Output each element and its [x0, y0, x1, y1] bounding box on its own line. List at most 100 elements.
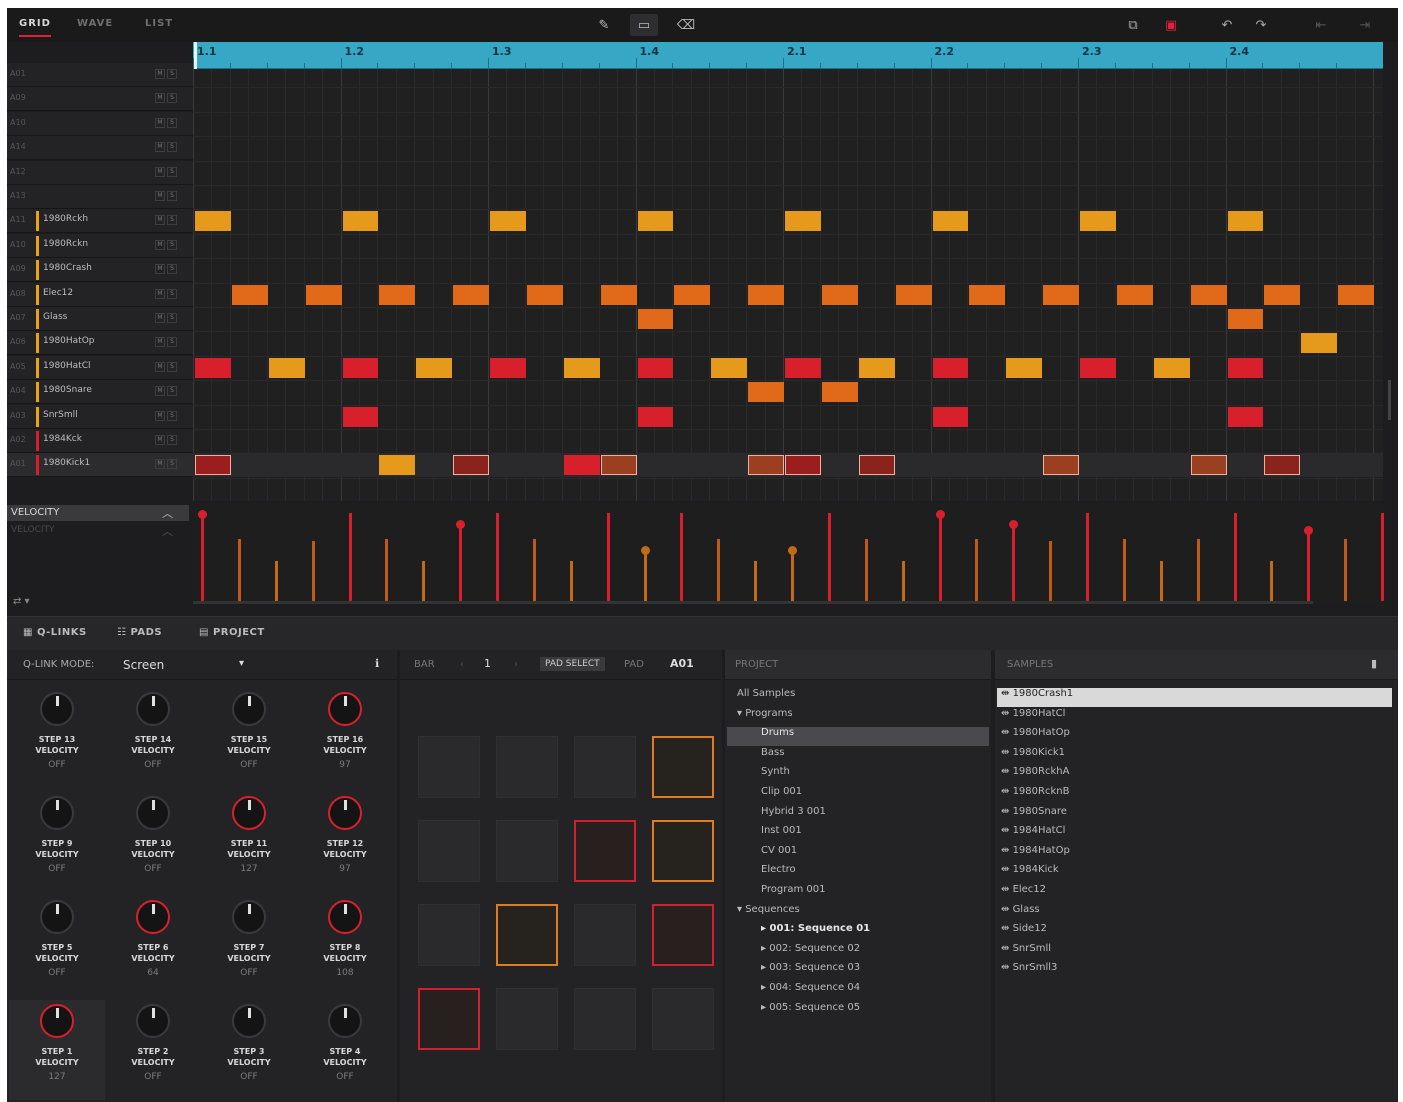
note-block[interactable] — [1227, 406, 1264, 427]
solo-button[interactable]: S — [167, 264, 177, 275]
solo-button[interactable]: S — [167, 410, 177, 421]
velocity-lane-label[interactable]: VELOCITY ︿ — [7, 505, 189, 521]
qlink-knob[interactable] — [328, 1004, 362, 1038]
project-tree-item[interactable]: ▸ 005: Sequence 05 — [761, 1002, 860, 1021]
pad-button[interactable] — [418, 988, 480, 1050]
pad-button[interactable] — [574, 904, 636, 966]
velocity-stem[interactable] — [459, 523, 463, 601]
note-block[interactable] — [637, 406, 674, 427]
solo-button[interactable]: S — [167, 459, 177, 470]
velocity-stem[interactable] — [717, 539, 721, 601]
tab-grid[interactable]: GRID — [19, 18, 51, 37]
project-tree-item[interactable]: Bass — [761, 747, 784, 766]
chevron-up-icon[interactable]: ︿ — [162, 523, 173, 539]
note-block[interactable] — [453, 455, 489, 476]
project-tree-item[interactable]: Synth — [761, 766, 790, 785]
velocity-stem[interactable] — [1233, 513, 1237, 601]
pad-button[interactable] — [496, 988, 558, 1050]
lane-row[interactable]: A01 M S — [7, 63, 193, 87]
qlink-knob-cell[interactable]: STEP 15 VELOCITY OFF — [201, 688, 297, 788]
sample-list-item[interactable]: ⇹ 1984Kick — [1001, 864, 1059, 883]
note-block[interactable] — [563, 357, 600, 378]
playhead[interactable] — [194, 42, 197, 69]
velocity-stem[interactable] — [348, 513, 352, 601]
velocity-stem[interactable] — [864, 539, 868, 601]
pad-button[interactable] — [496, 736, 558, 798]
velocity-stem[interactable] — [1086, 513, 1089, 601]
solo-button[interactable]: S — [167, 166, 177, 177]
note-block[interactable] — [490, 357, 526, 378]
velocity-stem[interactable] — [1159, 561, 1163, 601]
note-block[interactable] — [674, 284, 711, 305]
note-block[interactable] — [1227, 211, 1264, 232]
note-block[interactable] — [821, 382, 858, 403]
note-block[interactable] — [932, 406, 969, 427]
project-tree-item[interactable]: ▸ 004: Sequence 04 — [761, 982, 860, 1001]
note-block[interactable] — [637, 357, 674, 378]
lane-row[interactable]: A05 1980HatCl M S — [7, 355, 193, 380]
lane-row[interactable]: A02 1984Kck M S — [7, 429, 193, 453]
tab-wave[interactable]: WAVE — [77, 18, 113, 29]
velocity-stem[interactable] — [680, 513, 684, 601]
note-block[interactable] — [1264, 284, 1301, 305]
select-tool-icon[interactable]: ▭ — [630, 14, 658, 36]
qlink-knob-cell[interactable]: STEP 14 VELOCITY OFF — [105, 688, 201, 788]
project-tree-item[interactable]: Drums — [727, 727, 989, 747]
note-grid[interactable] — [193, 69, 1383, 501]
record-icon[interactable]: ▣ — [1159, 14, 1183, 36]
project-tree-item[interactable]: Hybrid 3 001 — [761, 806, 826, 825]
velocity-stem[interactable] — [201, 513, 204, 601]
solo-button[interactable]: S — [167, 361, 177, 372]
solo-button[interactable]: S — [167, 215, 177, 226]
mute-button[interactable]: M — [155, 361, 165, 372]
velocity-stem[interactable] — [274, 561, 278, 601]
note-block[interactable] — [637, 309, 674, 329]
note-block[interactable] — [1006, 357, 1043, 378]
solo-button[interactable]: S — [167, 239, 177, 250]
qlink-knob-cell[interactable]: STEP 4 VELOCITY OFF — [297, 1000, 393, 1100]
note-block[interactable] — [342, 211, 379, 232]
velocity-stem[interactable] — [901, 561, 905, 601]
note-block[interactable] — [342, 357, 379, 378]
note-block[interactable] — [1190, 455, 1227, 476]
solo-button[interactable]: S — [167, 142, 177, 153]
note-block[interactable] — [600, 284, 637, 305]
qlink-knob[interactable] — [328, 900, 362, 934]
sample-list-item[interactable]: ⇹ 1980RckhA — [1001, 766, 1069, 785]
note-block[interactable] — [563, 455, 600, 476]
velocity-handle[interactable] — [935, 510, 945, 519]
qlink-knob[interactable] — [328, 692, 362, 726]
velocity-stem[interactable] — [975, 539, 979, 601]
note-block[interactable] — [305, 284, 342, 305]
note-block[interactable] — [1190, 284, 1227, 305]
mute-button[interactable]: M — [155, 166, 165, 177]
note-block[interactable] — [1043, 455, 1079, 476]
note-block[interactable] — [785, 211, 821, 232]
qlink-knob-cell[interactable]: STEP 10 VELOCITY OFF — [105, 792, 201, 892]
note-block[interactable] — [821, 284, 858, 305]
solo-button[interactable]: S — [167, 288, 177, 299]
project-tree-item[interactable]: Electro — [761, 864, 796, 883]
velocity-handle[interactable] — [788, 546, 797, 555]
velocity-stem[interactable] — [1381, 513, 1384, 601]
solo-button[interactable]: S — [167, 93, 177, 104]
velocity-stem[interactable] — [385, 539, 389, 601]
project-tree-item[interactable]: Inst 001 — [761, 825, 802, 844]
trash-icon[interactable]: ▮ — [1371, 657, 1377, 670]
sample-list-item[interactable]: ⇹ Glass — [1001, 904, 1040, 923]
note-block[interactable] — [748, 455, 784, 476]
tab-list[interactable]: LIST — [145, 18, 173, 29]
sample-list-item[interactable]: ⇹ 1984HatOp — [1001, 845, 1070, 864]
zoom-out-icon[interactable]: ⇤ — [1309, 14, 1333, 36]
velocity-stem[interactable] — [606, 513, 610, 601]
note-block[interactable] — [711, 357, 748, 378]
horizontal-scrollbar[interactable] — [193, 601, 1313, 604]
velocity-stem[interactable] — [1049, 541, 1053, 601]
qlink-knob-cell[interactable]: STEP 8 VELOCITY 108 — [297, 896, 393, 996]
mute-button[interactable]: M — [155, 337, 165, 348]
project-tree-item[interactable]: CV 001 — [761, 845, 797, 864]
mute-button[interactable]: M — [155, 117, 165, 128]
qlink-knob-cell[interactable]: STEP 6 VELOCITY 64 — [105, 896, 201, 996]
tab-project[interactable]: ▤ PROJECT — [199, 627, 265, 638]
pad-button[interactable] — [574, 736, 636, 798]
